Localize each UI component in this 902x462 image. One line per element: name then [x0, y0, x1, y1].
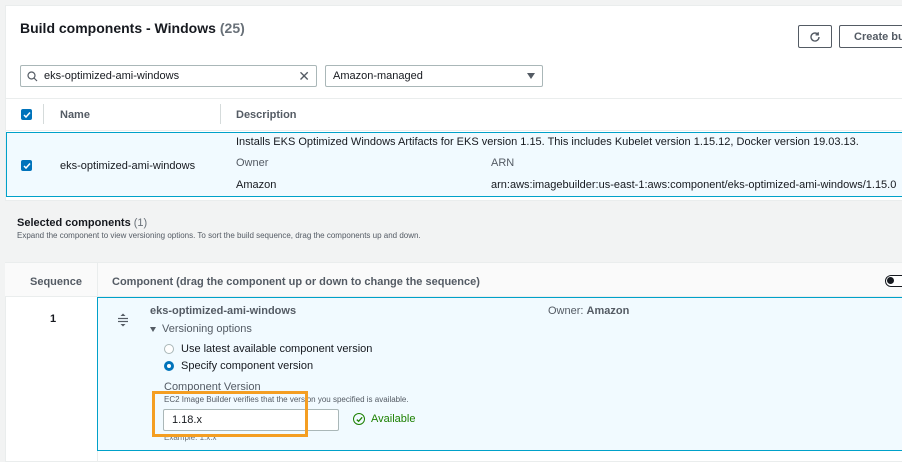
row-name: eks-optimized-ami-windows [60, 160, 196, 172]
component-owner: Owner: Amazon [548, 305, 629, 317]
component-name: eks-optimized-ami-windows [150, 305, 297, 317]
selected-components-description: Expand the component to view versioning … [17, 231, 421, 240]
versioning-options-expander[interactable]: Versioning options [150, 323, 252, 335]
create-build-component-button[interactable]: Create bu [839, 25, 902, 48]
owner-filter-select[interactable]: Amazon-managed [325, 65, 543, 87]
toggle-knob [887, 277, 894, 284]
search-field[interactable]: ✕ [20, 65, 317, 87]
component-count: (25) [219, 20, 245, 36]
owner-label: Owner [236, 157, 269, 169]
radio-label-specify: Specify component version [181, 360, 314, 372]
check-circle-icon [353, 413, 365, 425]
select-all-checkbox[interactable] [21, 109, 32, 120]
owner-value: Amazon [236, 179, 277, 191]
row-checkbox[interactable] [21, 160, 32, 171]
drag-handle-icon[interactable] [117, 313, 129, 330]
caret-down-icon [527, 73, 535, 79]
selected-title-text: Selected components [17, 217, 131, 229]
refresh-icon [810, 31, 820, 42]
arn-value: arn:aws:imagebuilder:us-east-1:aws:compo… [491, 179, 897, 191]
selected-count: (1) [133, 217, 148, 229]
radio-latest-version[interactable]: Use latest available component version [164, 343, 372, 355]
clear-search-icon[interactable]: ✕ [298, 69, 310, 83]
checkmark-icon [22, 111, 31, 118]
column-header-description[interactable]: Description [236, 109, 297, 121]
availability-status-text: Available [371, 413, 416, 425]
expand-toggle[interactable] [885, 275, 902, 287]
radio-button[interactable] [164, 344, 174, 354]
title-text: Build components - Windows [20, 20, 216, 36]
create-button-label: Create bu [854, 30, 902, 43]
refresh-button[interactable] [798, 25, 832, 48]
highlight-box [152, 391, 308, 437]
row-description: Installs EKS Optimized Windows Artifacts… [236, 136, 859, 148]
sequence-number: 1 [50, 313, 57, 325]
availability-status: Available [353, 413, 415, 425]
search-input[interactable] [44, 70, 299, 82]
column-header-sequence: Sequence [30, 276, 82, 288]
radio-label-latest: Use latest available component version [181, 343, 373, 355]
checkmark-icon [22, 162, 31, 169]
versioning-options-label: Versioning options [162, 323, 252, 335]
radio-specify-version[interactable]: Specify component version [164, 360, 313, 372]
column-divider [43, 104, 44, 124]
radio-button-selected[interactable] [164, 361, 174, 371]
table-header [6, 98, 902, 131]
owner-filter-value: Amazon-managed [333, 70, 423, 82]
column-header-component: Component (drag the component up or down… [112, 276, 480, 288]
selected-components-title: Selected components (1) [17, 217, 147, 229]
caret-down-icon [150, 326, 156, 332]
column-divider [220, 104, 221, 124]
page-title: Build components - Windows (25) [20, 20, 245, 36]
component-owner-label: Owner: [548, 305, 584, 317]
column-header-name[interactable]: Name [60, 109, 90, 121]
search-icon [27, 70, 38, 81]
arn-label: ARN [491, 157, 515, 169]
component-owner-value: Amazon [586, 305, 630, 317]
